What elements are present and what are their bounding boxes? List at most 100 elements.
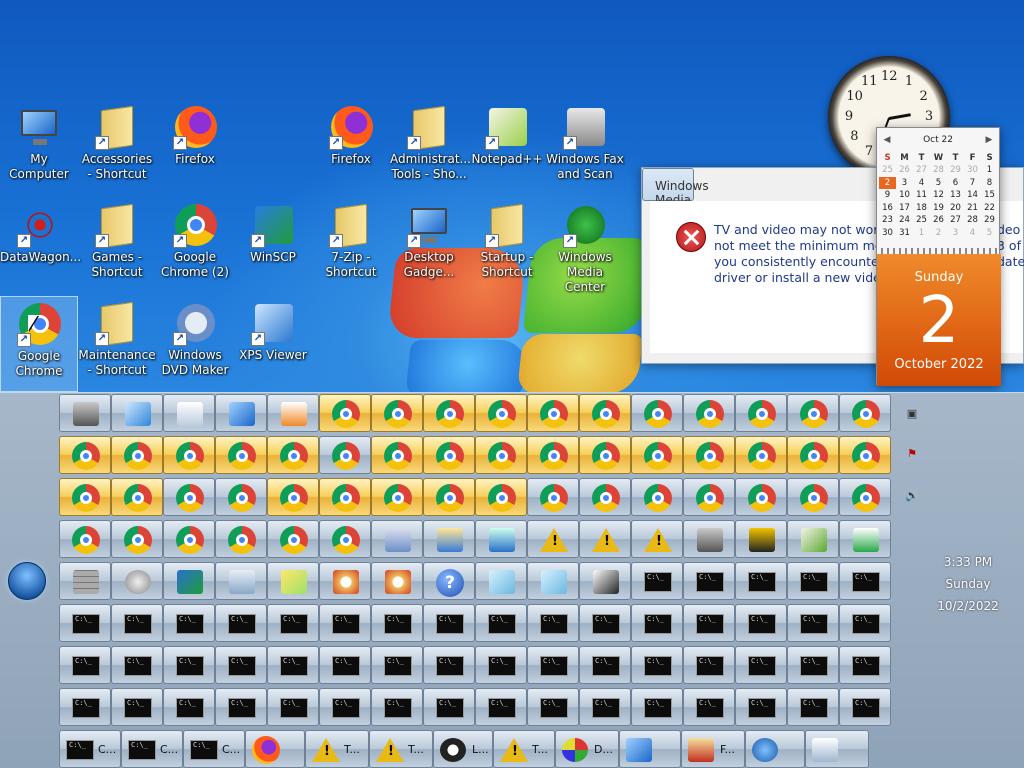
taskbar-button[interactable]: C:\_ <box>267 688 319 726</box>
taskbar-button[interactable] <box>59 562 111 600</box>
taskbar-button[interactable] <box>579 394 631 432</box>
taskbar-button[interactable]: C:\_ <box>475 688 527 726</box>
taskbar-button[interactable] <box>805 730 869 768</box>
taskbar-button[interactable]: C:\_ <box>371 604 423 642</box>
desktop-icon[interactable]: ↗ Administrat... Tools - Sho... <box>390 100 471 196</box>
taskbar-button[interactable]: C:\_ <box>787 646 839 684</box>
taskbar-button[interactable]: C:\_ <box>839 646 891 684</box>
taskbar-button[interactable] <box>787 520 839 558</box>
calendar-day[interactable]: 4 <box>964 227 981 240</box>
taskbar-button[interactable] <box>245 730 305 768</box>
taskbar-button[interactable] <box>59 436 111 474</box>
taskbar-button[interactable]: C:\_ C... <box>121 730 183 768</box>
calendar-day[interactable]: 1 <box>913 227 930 240</box>
taskbar-button[interactable] <box>683 520 735 558</box>
taskbar-button[interactable] <box>579 478 631 516</box>
taskbar-button[interactable]: C:\_ <box>735 688 787 726</box>
calendar-day[interactable]: 30 <box>879 227 896 240</box>
calendar-day[interactable]: 15 <box>981 189 998 202</box>
taskbar-button[interactable] <box>267 520 319 558</box>
desktop-icon[interactable]: ↗ XPS Viewer <box>234 296 312 392</box>
taskbar-button[interactable] <box>111 394 163 432</box>
calendar-day[interactable]: 9 <box>879 189 896 202</box>
taskbar-button[interactable]: C:\_ <box>163 688 215 726</box>
taskbar-button[interactable] <box>527 394 579 432</box>
taskbar-button[interactable] <box>787 436 839 474</box>
taskbar-button[interactable]: C:\_ <box>215 604 267 642</box>
calendar-day[interactable]: 5 <box>981 227 998 240</box>
taskbar-button[interactable] <box>839 394 891 432</box>
taskbar-button[interactable]: C:\_ <box>579 688 631 726</box>
taskbar-button[interactable] <box>163 436 215 474</box>
taskbar-button[interactable]: C:\_ <box>319 688 371 726</box>
calendar-day[interactable]: 17 <box>896 202 913 215</box>
calendar-day[interactable]: 19 <box>930 202 947 215</box>
taskbar-button[interactable]: F... <box>681 730 745 768</box>
taskbar-button[interactable]: C:\_ <box>839 688 891 726</box>
taskbar-button[interactable]: C:\_ <box>683 646 735 684</box>
taskbar-button[interactable] <box>839 520 891 558</box>
taskbar-button[interactable]: C:\_ <box>735 646 787 684</box>
taskbar-button[interactable] <box>371 436 423 474</box>
desktop-icon[interactable]: ↗ Windows Fax and Scan <box>546 100 624 196</box>
taskbar-button[interactable]: T... <box>369 730 433 768</box>
taskbar-button[interactable] <box>215 478 267 516</box>
calendar-day[interactable]: 25 <box>913 214 930 227</box>
taskbar-button[interactable] <box>423 520 475 558</box>
taskbar-button[interactable] <box>579 562 631 600</box>
taskbar-button[interactable]: C:\_ <box>579 604 631 642</box>
taskbar-button[interactable] <box>111 520 163 558</box>
taskbar-button[interactable] <box>215 562 267 600</box>
taskbar-button[interactable]: T... <box>305 730 369 768</box>
calendar-day[interactable]: 13 <box>947 189 964 202</box>
desktop-icon[interactable]: ↗ Notepad++ <box>468 100 546 196</box>
calendar-day[interactable]: 26 <box>930 214 947 227</box>
taskbar-button[interactable]: C:\_ <box>527 688 579 726</box>
calendar-day[interactable]: 26 <box>896 164 913 177</box>
taskbar-button[interactable]: C:\_ <box>59 646 111 684</box>
calendar-day[interactable]: 31 <box>896 227 913 240</box>
calendar-day[interactable]: 6 <box>947 177 964 190</box>
taskbar-button[interactable]: C:\_ <box>59 604 111 642</box>
volume-icon[interactable]: 🔊 <box>904 489 920 505</box>
taskbar-button[interactable] <box>839 478 891 516</box>
calendar-day[interactable]: 8 <box>981 177 998 190</box>
taskbar-button[interactable] <box>735 394 787 432</box>
desktop-icon[interactable]: ↗ Desktop Gadge... <box>390 198 468 294</box>
taskbar-button[interactable]: C:\_ <box>631 604 683 642</box>
taskbar-button[interactable]: C:\_ <box>787 562 839 600</box>
taskbar-button[interactable]: C:\_ <box>319 646 371 684</box>
taskbar-button[interactable]: C:\_ <box>735 604 787 642</box>
taskbar-button[interactable]: C:\_ <box>787 688 839 726</box>
taskbar-button[interactable] <box>787 394 839 432</box>
taskbar-button[interactable] <box>631 394 683 432</box>
taskbar-button[interactable]: D... <box>555 730 619 768</box>
taskbar-button[interactable] <box>267 394 319 432</box>
taskbar-button[interactable] <box>111 562 163 600</box>
taskbar-button[interactable] <box>319 436 371 474</box>
taskbar-button[interactable]: C:\_ <box>527 604 579 642</box>
taskbar-button[interactable] <box>111 436 163 474</box>
taskbar-button[interactable]: C:\_ <box>163 604 215 642</box>
calendar-day[interactable]: 29 <box>947 164 964 177</box>
calendar-day[interactable]: 16 <box>879 202 896 215</box>
taskbar-button[interactable] <box>839 436 891 474</box>
taskbar-button[interactable] <box>215 520 267 558</box>
desktop-icon[interactable]: ↗ DataWagon... <box>0 198 81 294</box>
prev-month-arrow[interactable]: ◀ <box>879 128 895 152</box>
taskbar-button[interactable] <box>475 436 527 474</box>
desktop-icon[interactable]: My Computer <box>0 100 78 196</box>
taskbar-button[interactable]: C:\_ <box>215 688 267 726</box>
taskbar-button[interactable] <box>631 478 683 516</box>
taskbar-button[interactable]: C:\_ <box>683 562 735 600</box>
calendar-day[interactable]: 2 <box>930 227 947 240</box>
calendar-day[interactable]: 28 <box>964 214 981 227</box>
taskbar-button[interactable] <box>267 478 319 516</box>
taskbar-button[interactable]: C:\_ <box>215 646 267 684</box>
calendar-day[interactable]: 27 <box>913 164 930 177</box>
desktop-icon[interactable]: ↗ Google Chrome <box>0 296 78 392</box>
calendar-day[interactable]: 29 <box>981 214 998 227</box>
taskbar-button[interactable]: C:\_ <box>631 562 683 600</box>
taskbar-button[interactable] <box>579 436 631 474</box>
taskbar-button[interactable]: C:\_ <box>371 646 423 684</box>
